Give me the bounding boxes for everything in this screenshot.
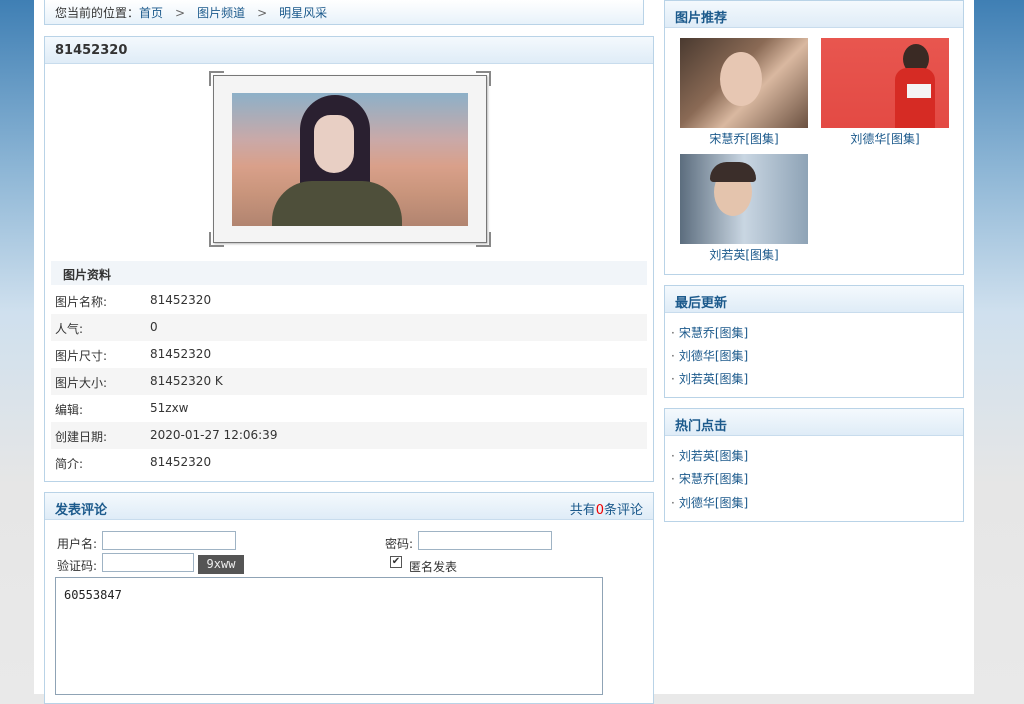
- info-label: 创建日期:: [55, 430, 108, 444]
- frame-corner-icon: [476, 71, 491, 86]
- password-label: 密码:: [385, 537, 414, 551]
- latest-link[interactable]: 刘若英[图集]: [679, 372, 748, 386]
- username-input[interactable]: [102, 531, 236, 550]
- anonymous-checkbox[interactable]: ✔: [390, 556, 402, 568]
- info-heading-bar: 图片资料: [51, 261, 647, 285]
- comment-header: 发表评论 共有0条评论: [45, 493, 653, 520]
- breadcrumb-separator: >: [257, 6, 268, 20]
- hot-title: 热门点击: [675, 419, 728, 434]
- latest-header: 最后更新: [665, 286, 963, 313]
- list-item: · 刘德华[图集]: [671, 349, 749, 363]
- list-item: · 刘德华[图集]: [671, 496, 749, 510]
- page-container: 您当前的位置：首页 > 图片频道 > 明星风采 81452320 图片资料 图片名称: …: [34, 0, 974, 704]
- info-value: 81452320: [150, 455, 212, 469]
- info-value: 81452320: [150, 347, 212, 361]
- photo-detail-box: 81452320 图片资料 图片名称: 81452320 人气: 0 图片尺寸:: [44, 36, 654, 482]
- comment-textarea-value: 60553847: [64, 588, 122, 602]
- info-row: 图片尺寸: 81452320: [51, 341, 647, 368]
- recommend-title: 图片推荐: [675, 11, 728, 26]
- info-value: 51zxw: [150, 401, 189, 415]
- info-label: 图片大小:: [55, 376, 108, 390]
- info-value: 0: [150, 320, 158, 334]
- info-label: 简介:: [55, 457, 84, 471]
- info-label: 编辑:: [55, 403, 84, 417]
- info-row: 创建日期: 2020-01-27 12:06:39: [51, 422, 647, 449]
- hot-link[interactable]: 刘德华[图集]: [679, 496, 748, 510]
- info-row: 简介: 81452320: [51, 449, 647, 476]
- photo-detail-header: 81452320: [45, 37, 653, 64]
- frame-corner-icon: [476, 232, 491, 247]
- breadcrumb-home-link[interactable]: 首页: [139, 6, 163, 20]
- captcha-image[interactable]: 9xww: [198, 555, 244, 574]
- recommend-caption-link[interactable]: 刘德华[图集]: [821, 130, 949, 147]
- info-label: 图片尺寸:: [55, 349, 108, 363]
- comment-count: 0: [595, 503, 604, 518]
- username-label: 用户名:: [57, 537, 98, 551]
- hot-link[interactable]: 宋慧乔[图集]: [679, 472, 748, 486]
- recommend-thumb[interactable]: [680, 38, 808, 128]
- recommend-thumb[interactable]: [821, 38, 949, 128]
- recommend-thumb[interactable]: [680, 154, 808, 244]
- main-photo[interactable]: [232, 93, 468, 226]
- recommend-header: 图片推荐: [665, 1, 963, 28]
- breadcrumb-channel-link[interactable]: 图片频道: [197, 6, 245, 20]
- anonymous-label: 匿名发表: [409, 560, 458, 574]
- info-row: 图片名称: 81452320: [51, 287, 647, 314]
- list-item: · 宋慧乔[图集]: [671, 326, 749, 340]
- info-label: 图片名称:: [55, 295, 108, 309]
- hot-box: 热门点击 · 刘若英[图集] · 宋慧乔[图集] · 刘德华[图集]: [664, 408, 964, 522]
- hot-header: 热门点击: [665, 409, 963, 436]
- comment-box: 发表评论 共有0条评论 用户名: 密码: 验证码: 9xww ✔ 匿名发表 60…: [44, 492, 654, 704]
- info-row: 人气: 0: [51, 314, 647, 341]
- breadcrumb-separator: >: [175, 6, 186, 20]
- comment-count-link[interactable]: 共有0条评论: [570, 499, 643, 518]
- recommend-caption-link[interactable]: 刘若英[图集]: [680, 246, 808, 263]
- photo-frame: [209, 71, 491, 247]
- breadcrumb-prefix: 您当前的位置：: [55, 6, 140, 20]
- recommend-caption-link[interactable]: 宋慧乔[图集]: [680, 130, 808, 147]
- latest-link[interactable]: 刘德华[图集]: [679, 349, 748, 363]
- list-item: · 宋慧乔[图集]: [671, 472, 749, 486]
- password-input[interactable]: [418, 531, 552, 550]
- breadcrumb: 您当前的位置：首页 > 图片频道 > 明星风采: [44, 0, 644, 25]
- info-label: 人气:: [55, 322, 84, 336]
- hot-link[interactable]: 刘若英[图集]: [679, 449, 748, 463]
- info-value: 81452320: [150, 293, 212, 307]
- frame-corner-icon: [209, 232, 224, 247]
- comment-count-suffix: 条评论: [603, 503, 643, 518]
- info-row: 编辑: 51zxw: [51, 395, 647, 422]
- frame-corner-icon: [209, 71, 224, 86]
- info-value: 2020-01-27 12:06:39: [150, 428, 278, 442]
- captcha-label: 验证码:: [57, 559, 98, 573]
- comment-textarea[interactable]: 60553847: [55, 577, 603, 695]
- info-heading: 图片资料: [63, 268, 112, 282]
- breadcrumb-category-link[interactable]: 明星风采: [279, 6, 327, 20]
- comment-title: 发表评论: [55, 503, 108, 518]
- list-item: · 刘若英[图集]: [671, 372, 749, 386]
- list-item: · 刘若英[图集]: [671, 449, 749, 463]
- latest-link[interactable]: 宋慧乔[图集]: [679, 326, 748, 340]
- right-background: [974, 0, 1024, 694]
- info-value: 81452320 K: [150, 374, 223, 388]
- comment-count-prefix: 共有: [569, 503, 596, 518]
- captcha-input[interactable]: [102, 553, 194, 572]
- latest-title: 最后更新: [675, 296, 728, 311]
- latest-box: 最后更新 · 宋慧乔[图集] · 刘德华[图集] · 刘若英[图集]: [664, 285, 964, 398]
- info-row: 图片大小: 81452320 K: [51, 368, 647, 395]
- photo-title: 81452320: [55, 43, 128, 58]
- recommend-box: 图片推荐 宋慧乔[图集] 刘德华[图集] 刘若英[图集]: [664, 0, 964, 275]
- left-background: [0, 0, 34, 694]
